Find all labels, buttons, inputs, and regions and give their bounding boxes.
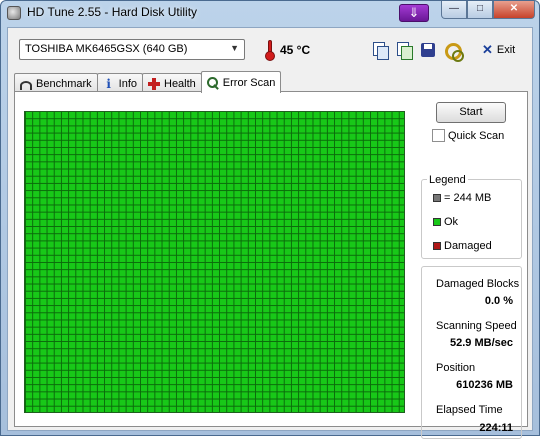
- drive-select-value: TOSHIBA MK6465GSX (640 GB): [25, 43, 188, 55]
- scanning-speed-value: 52.9 MB/sec: [450, 337, 513, 349]
- temperature-readout: 45 °C: [280, 43, 311, 57]
- tab-error-scan[interactable]: Error Scan: [200, 71, 282, 93]
- drive-select[interactable]: TOSHIBA MK6465GSX (640 GB) ▼: [19, 39, 245, 60]
- error-scan-panel: Start Quick Scan = 244 MB Ok Damaged Leg…: [14, 91, 528, 439]
- legend-swatch-block: [433, 194, 441, 202]
- exit-button[interactable]: ✕ Exit: [482, 42, 515, 58]
- legend-item: = 244 MB: [433, 192, 491, 204]
- tab-label: Health: [164, 77, 196, 90]
- tab-benchmark[interactable]: Benchmark: [14, 73, 98, 93]
- position-value: 610236 MB: [456, 379, 513, 391]
- health-icon: [148, 77, 160, 90]
- elapsed-time-label: Elapsed Time: [436, 404, 503, 416]
- tab-label: Benchmark: [36, 77, 92, 90]
- search-icon: [206, 76, 219, 89]
- save-icon[interactable]: [418, 40, 438, 60]
- window-controls: — □ ✕: [441, 1, 535, 19]
- copy-screenshot-icon[interactable]: [394, 40, 414, 60]
- damaged-blocks-label: Damaged Blocks: [436, 278, 520, 290]
- close-button[interactable]: ✕: [493, 1, 535, 19]
- download-icon[interactable]: ⇓: [399, 4, 429, 22]
- legend-swatch-damaged: [433, 242, 441, 250]
- elapsed-time-value: 224:11: [479, 422, 513, 434]
- quick-scan-checkbox[interactable]: Quick Scan: [432, 129, 504, 142]
- legend-item: Ok: [433, 216, 458, 228]
- thermometer-icon: [264, 39, 276, 61]
- legend-swatch-ok: [433, 218, 441, 226]
- scan-block-grid: [24, 111, 405, 413]
- checkbox-box[interactable]: [432, 129, 445, 142]
- window-title: HD Tune 2.55 - Hard Disk Utility: [27, 5, 198, 19]
- benchmark-icon: [20, 80, 32, 90]
- legend-label: = 244 MB: [444, 192, 492, 204]
- tab-info[interactable]: i Info: [96, 73, 143, 93]
- legend-label: Damaged: [444, 240, 492, 252]
- tab-label: Error Scan: [222, 76, 276, 89]
- app-window: HD Tune 2.55 - Hard Disk Utility ⇓ — □ ✕…: [0, 0, 540, 439]
- quick-scan-label: Quick Scan: [448, 129, 505, 142]
- maximize-button[interactable]: □: [467, 1, 493, 19]
- legend-label: Ok: [444, 216, 459, 228]
- scanning-speed-label: Scanning Speed: [436, 320, 517, 332]
- app-icon[interactable]: [7, 6, 21, 20]
- position-label: Position: [436, 362, 476, 374]
- tab-strip: Benchmark i Info Health Error Scan: [14, 71, 282, 93]
- exit-label: Exit: [496, 44, 516, 56]
- options-icon[interactable]: [442, 40, 464, 62]
- tab-health[interactable]: Health: [142, 73, 202, 93]
- scan-stats: Damaged Blocks 0.0 % Scanning Speed 52.9…: [421, 266, 522, 439]
- tab-label: Info: [118, 77, 137, 90]
- minimize-button[interactable]: —: [441, 1, 467, 19]
- damaged-blocks-value: 0.0 %: [484, 295, 513, 307]
- chevron-down-icon: ▼: [230, 43, 239, 53]
- legend-title: Legend: [427, 174, 468, 186]
- start-button[interactable]: Start: [436, 102, 506, 123]
- toolbar-icons: [370, 40, 464, 62]
- close-icon: ✕: [482, 42, 493, 57]
- legend-item: Damaged: [433, 240, 492, 252]
- title-bar[interactable]: HD Tune 2.55 - Hard Disk Utility ⇓ — □ ✕: [1, 1, 539, 25]
- client-area: TOSHIBA MK6465GSX (640 GB) ▼ 45 °C ✕ Exi…: [7, 27, 533, 439]
- info-icon: i: [106, 76, 111, 91]
- copy-text-icon[interactable]: [370, 40, 390, 60]
- legend-group: = 244 MB Ok Damaged: [421, 179, 522, 259]
